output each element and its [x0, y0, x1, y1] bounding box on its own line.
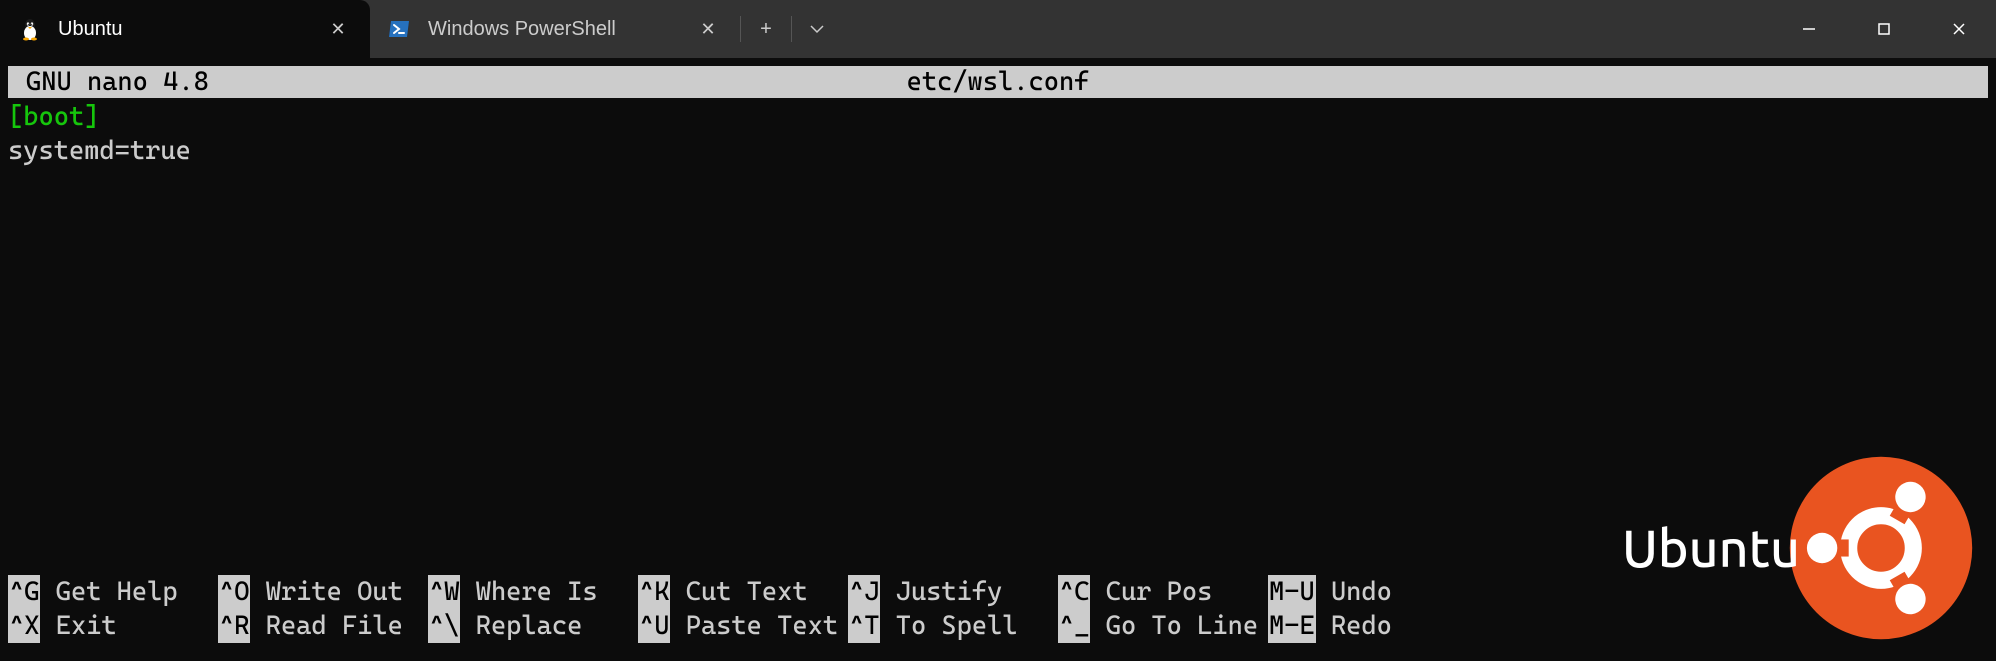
ubuntu-logo-icon [1786, 453, 1976, 643]
shortcut-to-spell: ^T To Spell [848, 609, 1058, 643]
ini-section: [boot] [8, 100, 1988, 134]
tab-dropdown-button[interactable] [792, 0, 842, 58]
tab-label: Ubuntu [58, 18, 308, 41]
shortcut-read-file: ^R Read File [218, 609, 428, 643]
shortcut-undo: M-U Undo [1268, 575, 1443, 609]
window-titlebar: Ubuntu ✕ Windows PowerShell ✕ + [0, 0, 1996, 58]
shortcut-replace: ^\ Replace [428, 609, 638, 643]
shortcut-get-help: ^G Get Help [8, 575, 218, 609]
ubuntu-watermark: Ubuntu [1622, 453, 1976, 643]
minimize-button[interactable] [1771, 0, 1846, 58]
shortcut-go-to-line: ^_ Go To Line [1058, 609, 1268, 643]
nano-titlebar: GNU nano 4.8 etc/wsl.conf [8, 66, 1988, 98]
shortcut-justify: ^J Justify [848, 575, 1058, 609]
content-line: systemd=true [8, 134, 1988, 168]
nano-filename: etc/wsl.conf [907, 67, 1090, 97]
new-tab-button[interactable]: + [741, 0, 791, 58]
tab-close-button[interactable]: ✕ [324, 19, 352, 40]
shortcut-write-out: ^O Write Out [218, 575, 428, 609]
powershell-icon [388, 17, 412, 41]
tab-ubuntu[interactable]: Ubuntu ✕ [0, 0, 370, 58]
shortcut-cut-text: ^K Cut Text [638, 575, 848, 609]
tux-icon [18, 17, 42, 41]
shortcut-redo: M-E Redo [1268, 609, 1443, 643]
tab-powershell[interactable]: Windows PowerShell ✕ [370, 0, 740, 58]
editor-content[interactable]: [boot] systemd=true [0, 98, 1996, 170]
tab-label: Windows PowerShell [428, 18, 678, 41]
close-button[interactable] [1921, 0, 1996, 58]
shortcut-cur-pos: ^C Cur Pos [1058, 575, 1268, 609]
nano-app-title: GNU nano 4.8 [26, 67, 209, 97]
ubuntu-wordmark: Ubuntu [1622, 519, 1800, 577]
tab-close-button[interactable]: ✕ [694, 19, 722, 40]
window-controls [1771, 0, 1996, 58]
terminal-area[interactable]: GNU nano 4.8 etc/wsl.conf [boot] systemd… [0, 66, 1996, 661]
shortcut-where-is: ^W Where Is [428, 575, 638, 609]
shortcut-paste-text: ^U Paste Text [638, 609, 848, 643]
maximize-button[interactable] [1846, 0, 1921, 58]
shortcut-exit: ^X Exit [8, 609, 218, 643]
